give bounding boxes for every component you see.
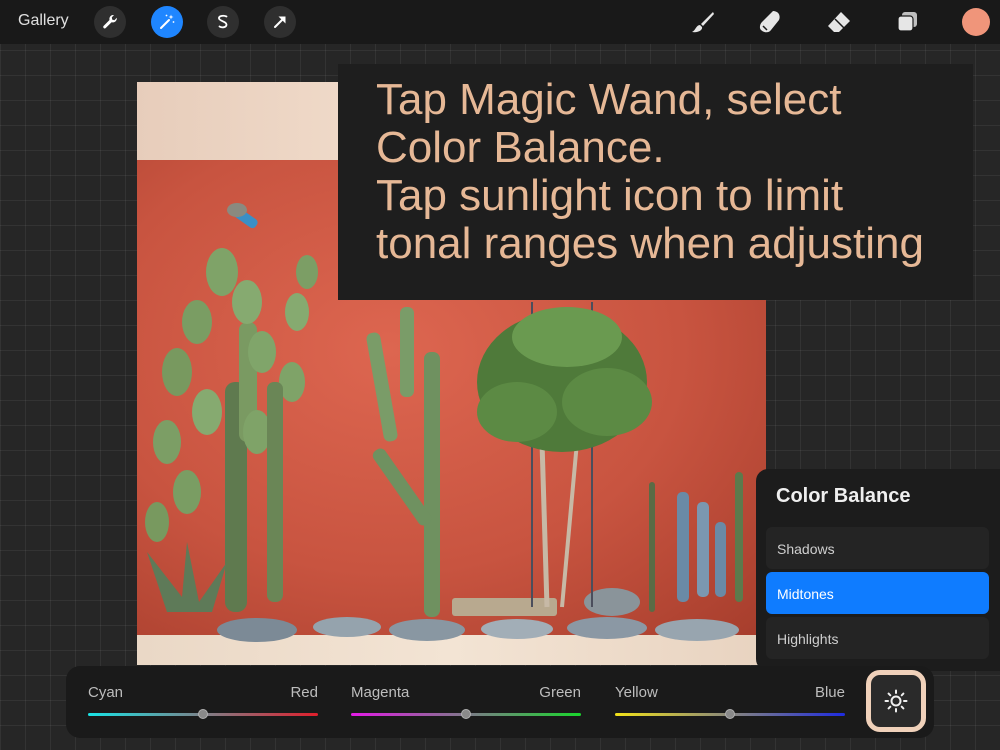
green-label: Green xyxy=(539,684,581,701)
magic-wand-button[interactable] xyxy=(151,6,183,38)
cyan-red-knob[interactable] xyxy=(198,709,208,719)
layers-button[interactable] xyxy=(893,7,923,37)
smudge-icon xyxy=(759,11,780,33)
sun-icon xyxy=(884,689,908,713)
cyan-red-slider: Cyan Red xyxy=(88,666,318,738)
panel-title: Color Balance xyxy=(776,485,911,507)
tonal-range-button[interactable] xyxy=(866,670,926,732)
instruction-line-3: Tap sunlight icon to limit xyxy=(376,171,844,220)
transform-arrow-icon xyxy=(274,16,286,28)
instruction-line-1: Tap Magic Wand, select xyxy=(376,75,842,124)
magenta-green-knob[interactable] xyxy=(461,709,471,719)
gallery-button[interactable]: Gallery xyxy=(18,12,69,30)
instruction-line-4: tonal ranges when adjusting xyxy=(376,219,924,268)
magenta-green-slider: Magenta Green xyxy=(351,666,581,738)
brush-button[interactable] xyxy=(688,7,718,37)
top-toolbar: Gallery xyxy=(0,0,1000,44)
magenta-label: Magenta xyxy=(351,684,410,701)
instruction-overlay: Tap Magic Wand, select Color Balance. Ta… xyxy=(338,64,973,300)
instruction-line-2: Color Balance. xyxy=(376,123,665,172)
selection-button[interactable] xyxy=(207,6,239,38)
option-shadows[interactable]: Shadows xyxy=(766,527,989,569)
brush-icon xyxy=(692,12,714,33)
magic-wand-icon xyxy=(160,14,175,29)
red-label: Red xyxy=(290,684,318,701)
eraser-button[interactable] xyxy=(824,7,854,37)
smudge-button[interactable] xyxy=(755,7,785,37)
yellow-blue-slider: Yellow Blue xyxy=(615,666,845,738)
blue-label: Blue xyxy=(814,684,845,701)
yellow-label: Yellow xyxy=(615,684,658,701)
wrench-icon xyxy=(103,14,117,29)
color-balance-panel: Color Balance Shadows Midtones Highlight… xyxy=(756,469,1000,671)
cyan-label: Cyan xyxy=(88,684,124,701)
selection-icon xyxy=(218,14,228,29)
eraser-icon xyxy=(828,12,850,32)
layers-icon xyxy=(897,12,917,32)
option-midtones[interactable]: Midtones xyxy=(766,572,989,614)
yellow-blue-knob[interactable] xyxy=(725,709,735,719)
transform-button[interactable] xyxy=(264,6,296,38)
wrench-button[interactable] xyxy=(94,6,126,38)
adjustment-slider-bar: Cyan Red Magenta Green Yellow Blue xyxy=(66,666,934,738)
color-picker[interactable] xyxy=(962,8,990,36)
option-highlights[interactable]: Highlights xyxy=(766,617,989,659)
